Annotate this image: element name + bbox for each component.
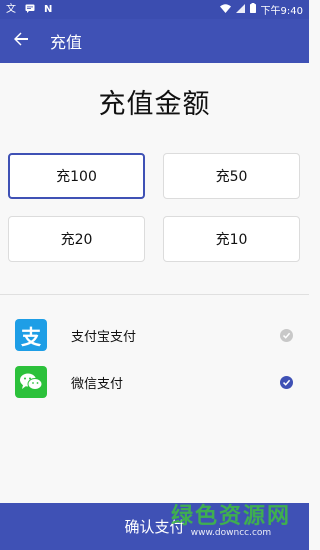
- wifi-icon: [219, 3, 231, 16]
- alipay-logo-icon: 支: [15, 319, 47, 351]
- amount-heading: 充值金额: [98, 89, 211, 120]
- translate-icon: 文: [6, 3, 16, 15]
- confirm-label: 确认支付: [124, 518, 185, 536]
- payment-label: 支付宝支付: [71, 329, 137, 345]
- payment-label: 微信支付: [71, 376, 124, 392]
- amount-label: 充50: [215, 169, 248, 185]
- n-icon: N: [44, 3, 53, 15]
- amount-label: 充100: [56, 169, 97, 185]
- check-icon-active[interactable]: [280, 375, 293, 389]
- status-time: 下午9:40: [260, 6, 303, 17]
- payment-option-alipay[interactable]: 支 支付宝支付: [0, 315, 309, 355]
- battery-icon: [249, 3, 256, 16]
- amount-label: 充10: [215, 232, 248, 248]
- amount-option-100[interactable]: 充100: [8, 153, 145, 199]
- content-area: [0, 63, 309, 503]
- signal-icon: [235, 3, 245, 16]
- page-title: 充值: [50, 33, 83, 52]
- amount-label: 充20: [60, 232, 93, 248]
- arrow-left-icon: [13, 31, 29, 51]
- wechat-logo-icon: [15, 366, 47, 398]
- back-button[interactable]: [10, 30, 32, 52]
- payment-option-wechat[interactable]: 微信支付: [0, 362, 309, 402]
- check-icon-inactive[interactable]: [280, 328, 293, 342]
- status-bar: 文 N 下午9:40: [0, 0, 309, 19]
- divider: [0, 294, 309, 295]
- app-bar: 充值: [0, 19, 309, 63]
- message-icon: [25, 4, 35, 16]
- amount-option-20[interactable]: 充20: [8, 216, 145, 262]
- amount-option-10[interactable]: 充10: [163, 216, 300, 262]
- confirm-pay-button[interactable]: 确认支付: [0, 503, 309, 550]
- amount-option-50[interactable]: 充50: [163, 153, 300, 199]
